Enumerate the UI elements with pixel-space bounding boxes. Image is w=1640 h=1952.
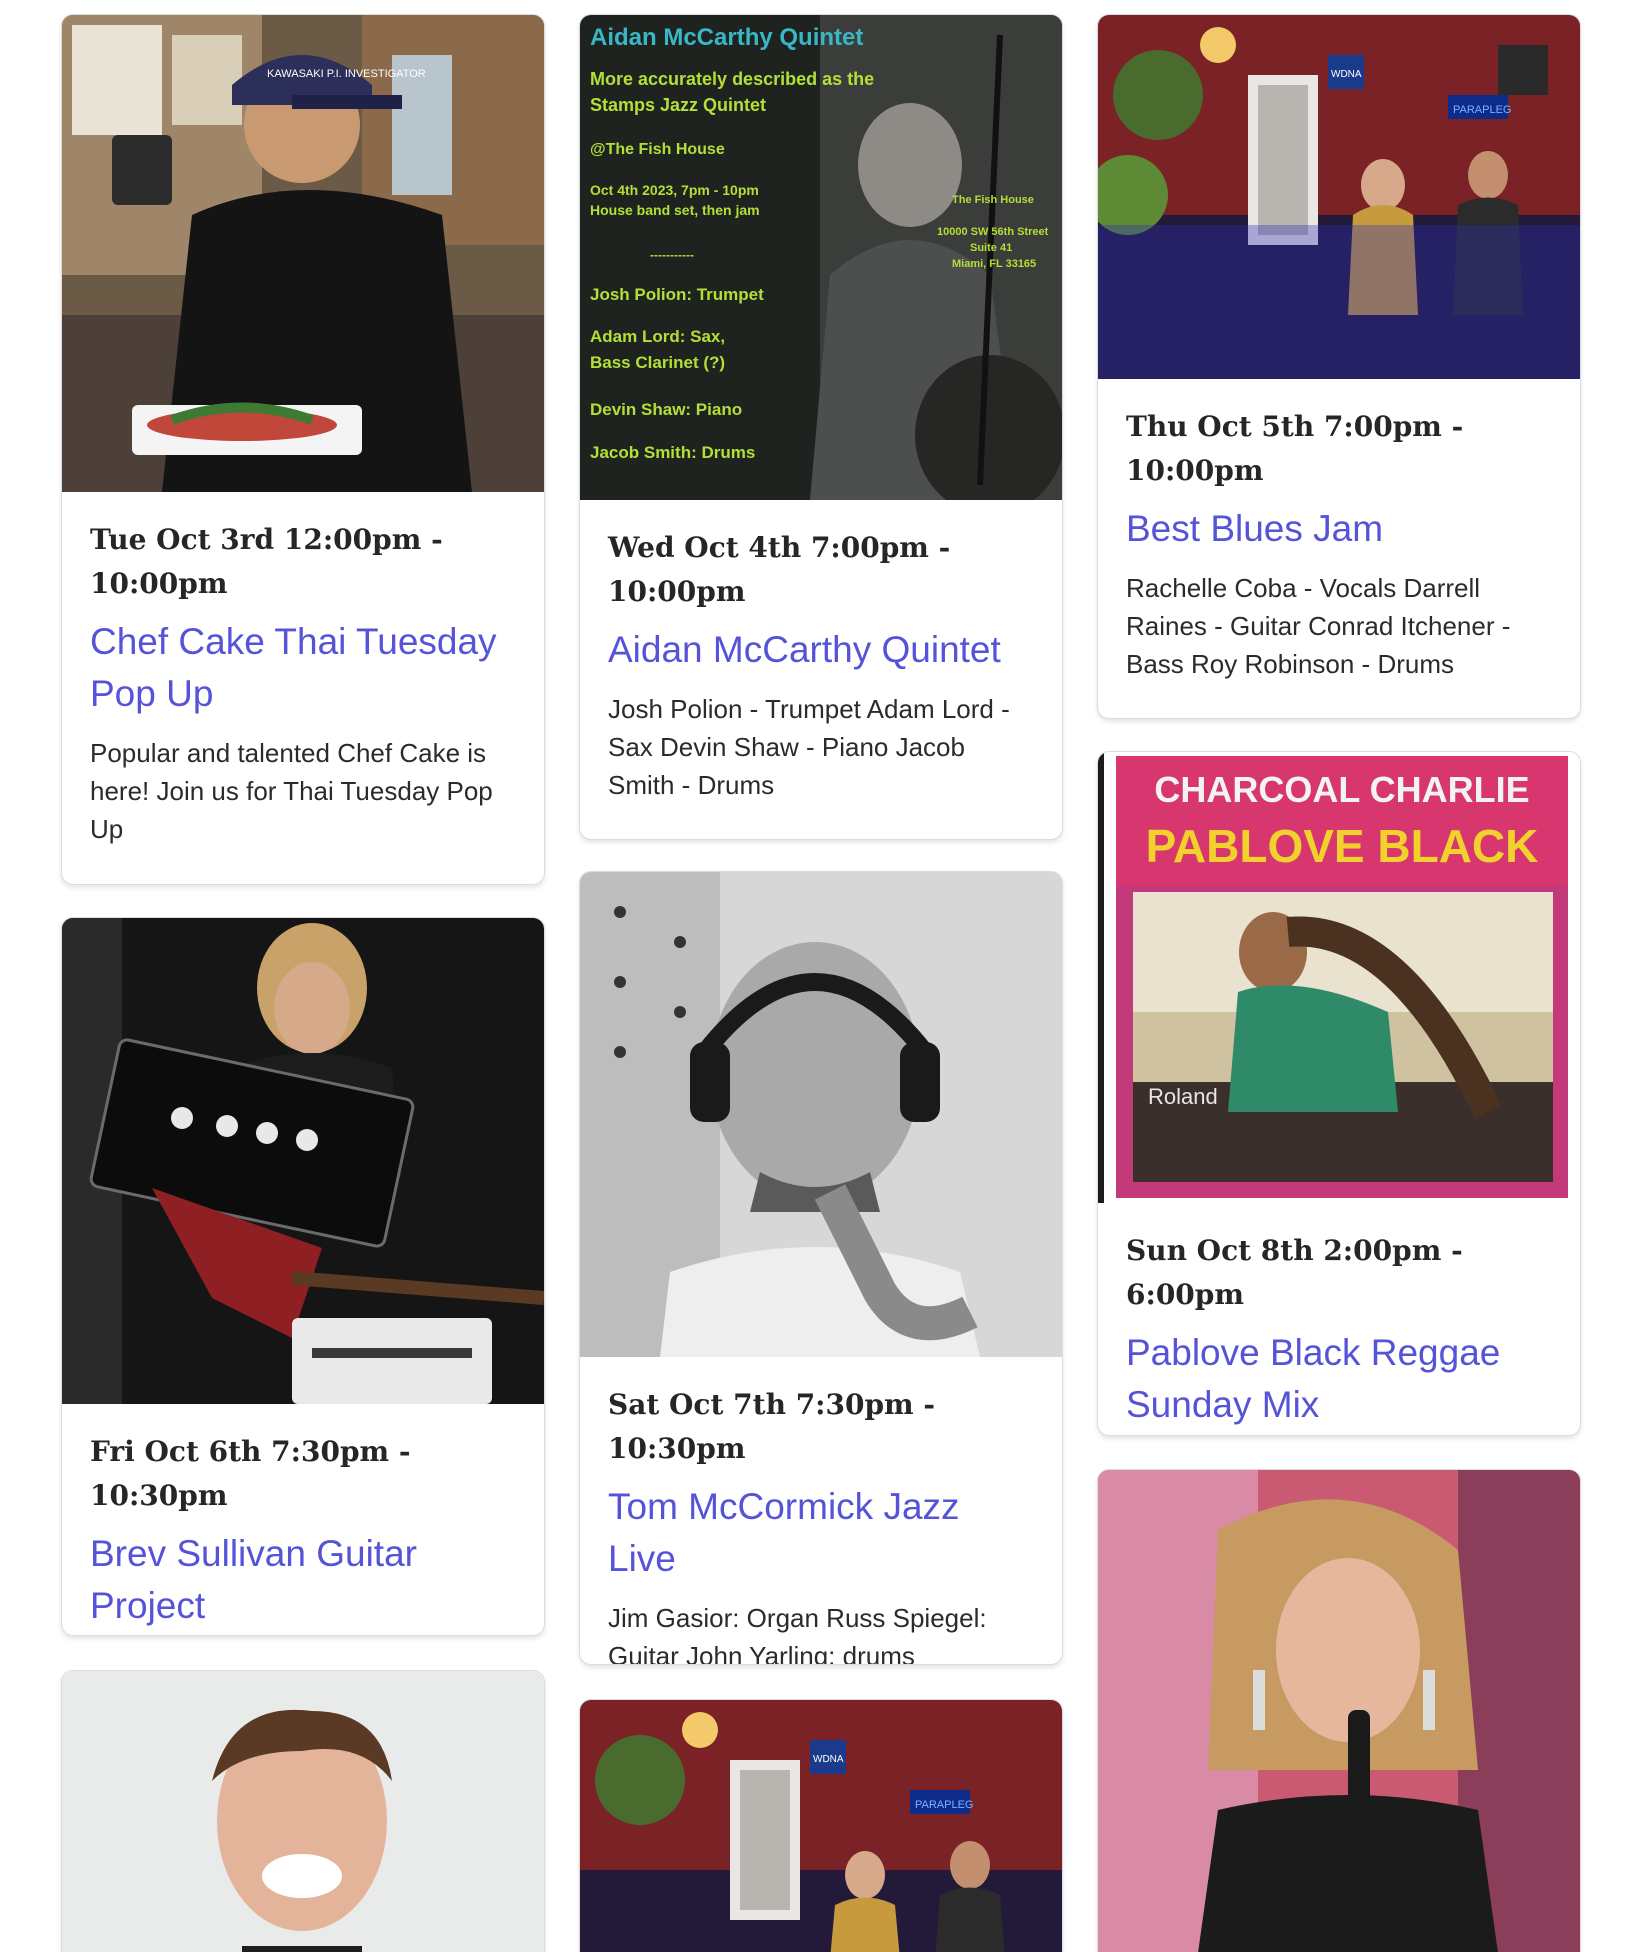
event-title-link[interactable]: Aidan McCarthy Quintet bbox=[608, 624, 1034, 676]
poster-address: Suite 41 bbox=[970, 242, 1012, 254]
event-image[interactable]: Aidan McCarthy Quintet More accurately d… bbox=[580, 15, 1062, 500]
poster-line: More accurately described as the bbox=[590, 69, 874, 89]
event-details: Sun Oct 8th 2:00pm - 6:00pm Pablove Blac… bbox=[1098, 1203, 1580, 1431]
event-title-link[interactable]: Best Blues Jam bbox=[1126, 503, 1552, 555]
poster-divider: ----------- bbox=[650, 248, 694, 262]
event-title-link[interactable]: Pablove Black Reggae Sunday Mix bbox=[1126, 1327, 1552, 1431]
album-top-text: CHARCOAL CHARLIE bbox=[1154, 769, 1529, 810]
poster-when: House band set, then jam bbox=[590, 202, 760, 218]
event-title-link[interactable]: Tom McCormick Jazz Live bbox=[608, 1481, 1034, 1585]
poster-venue: @The Fish House bbox=[590, 141, 725, 158]
event-date: Tue Oct 3rd 12:00pm - 10:00pm bbox=[90, 523, 443, 600]
blues-stage-photo: WDNA PARAPLEG bbox=[1098, 15, 1580, 379]
event-image[interactable]: CHARCOAL CHARLIE PABLOVE BLACK Roland bbox=[1098, 752, 1580, 1203]
singer-photo bbox=[1098, 1470, 1580, 1952]
wdna-sign: WDNA bbox=[813, 1754, 844, 1765]
event-details: Fri Oct 6th 7:30pm - 10:30pm Brev Sulliv… bbox=[62, 1404, 544, 1632]
event-card[interactable] bbox=[61, 1670, 545, 1952]
guitarist-photo bbox=[62, 918, 544, 1404]
quintet-poster: Aidan McCarthy Quintet More accurately d… bbox=[580, 15, 1062, 500]
event-image[interactable]: WDNA PARAPLEG bbox=[1098, 15, 1580, 379]
event-date: Fri Oct 6th 7:30pm - 10:30pm bbox=[90, 1435, 411, 1512]
cap-logo-text: KAWASAKI P.I. INVESTIGATOR bbox=[267, 68, 426, 80]
event-description: Rachelle Coba - Vocals Darrell Raines - … bbox=[1126, 573, 1511, 679]
poster-member: Adam Lord: Sax, bbox=[590, 327, 725, 346]
blues-stage-photo: WDNA PARAPLEG bbox=[580, 1700, 1062, 1952]
event-image[interactable] bbox=[62, 918, 544, 1404]
event-date: Thu Oct 5th 7:00pm - 10:00pm bbox=[1126, 410, 1464, 487]
poster-member: Josh Polion: Trumpet bbox=[590, 285, 764, 304]
roland-logo: Roland bbox=[1148, 1084, 1218, 1109]
event-details: Wed Oct 4th 7:00pm - 10:00pm Aidan McCar… bbox=[580, 500, 1062, 804]
neon-sign: PARAPLEG bbox=[1453, 104, 1512, 116]
event-card[interactable]: Aidan McCarthy Quintet More accurately d… bbox=[579, 14, 1063, 840]
event-details: Thu Oct 5th 7:00pm - 10:00pm Best Blues … bbox=[1098, 379, 1580, 683]
event-description: Josh Polion - Trumpet Adam Lord - Sax De… bbox=[608, 694, 1010, 800]
event-description: Popular and talented Chef Cake is here! … bbox=[90, 738, 493, 844]
poster-member: Devin Shaw: Piano bbox=[590, 400, 742, 419]
poster-address: 10000 SW 56th Street bbox=[937, 226, 1049, 238]
album-cover: CHARCOAL CHARLIE PABLOVE BLACK Roland bbox=[1098, 752, 1580, 1203]
poster-member: Bass Clarinet (?) bbox=[590, 353, 725, 372]
poster-line: Stamps Jazz Quintet bbox=[590, 95, 766, 115]
poster-address: The Fish House bbox=[952, 194, 1034, 206]
event-details: Tue Oct 3rd 12:00pm - 10:00pm Chef Cake … bbox=[62, 492, 544, 848]
event-image[interactable] bbox=[1098, 1470, 1580, 1952]
event-image[interactable] bbox=[580, 872, 1062, 1357]
young-man-photo bbox=[62, 1671, 544, 1952]
event-description: Jim Gasior: Organ Russ Spiegel: Guitar J… bbox=[608, 1603, 987, 1665]
event-grid: KAWASAKI P.I. INVESTIGATOR Tue Oct 3rd 1… bbox=[0, 0, 1640, 1952]
event-image[interactable] bbox=[62, 1671, 544, 1952]
chef-photo: KAWASAKI P.I. INVESTIGATOR bbox=[62, 15, 544, 492]
neon-sign: PARAPLEG bbox=[915, 1799, 974, 1811]
poster-when: Oct 4th 2023, 7pm - 10pm bbox=[590, 182, 759, 198]
event-date: Sun Oct 8th 2:00pm - 6:00pm bbox=[1126, 1234, 1463, 1311]
event-date: Wed Oct 4th 7:00pm - 10:00pm bbox=[608, 531, 951, 608]
poster-member: Jacob Smith: Drums bbox=[590, 443, 755, 462]
event-card[interactable]: KAWASAKI P.I. INVESTIGATOR Tue Oct 3rd 1… bbox=[61, 14, 545, 885]
event-image[interactable]: WDNA PARAPLEG bbox=[580, 1700, 1062, 1952]
album-artist-text: PABLOVE BLACK bbox=[1146, 820, 1539, 872]
event-details: Sat Oct 7th 7:30pm - 10:30pm Tom McCormi… bbox=[580, 1357, 1062, 1665]
event-card[interactable]: CHARCOAL CHARLIE PABLOVE BLACK Roland Su… bbox=[1097, 751, 1581, 1436]
saxophonist-photo bbox=[580, 872, 1062, 1357]
event-card[interactable]: WDNA PARAPLEG Thu Oct 5th 7:00pm - 10:00… bbox=[1097, 14, 1581, 719]
event-date: Sat Oct 7th 7:30pm - 10:30pm bbox=[608, 1388, 936, 1465]
event-title-link[interactable]: Brev Sullivan Guitar Project bbox=[90, 1528, 516, 1632]
event-card[interactable]: Sat Oct 7th 7:30pm - 10:30pm Tom McCormi… bbox=[579, 871, 1063, 1665]
wdna-sign: WDNA bbox=[1331, 69, 1362, 80]
poster-heading: Aidan McCarthy Quintet bbox=[590, 24, 863, 51]
poster-address: Miami, FL 33165 bbox=[952, 258, 1036, 270]
event-card[interactable]: WDNA PARAPLEG bbox=[579, 1699, 1063, 1952]
event-title-link[interactable]: Chef Cake Thai Tuesday Pop Up bbox=[90, 616, 516, 720]
event-card[interactable] bbox=[1097, 1469, 1581, 1952]
event-card[interactable]: Fri Oct 6th 7:30pm - 10:30pm Brev Sulliv… bbox=[61, 917, 545, 1636]
event-image[interactable]: KAWASAKI P.I. INVESTIGATOR bbox=[62, 15, 544, 492]
